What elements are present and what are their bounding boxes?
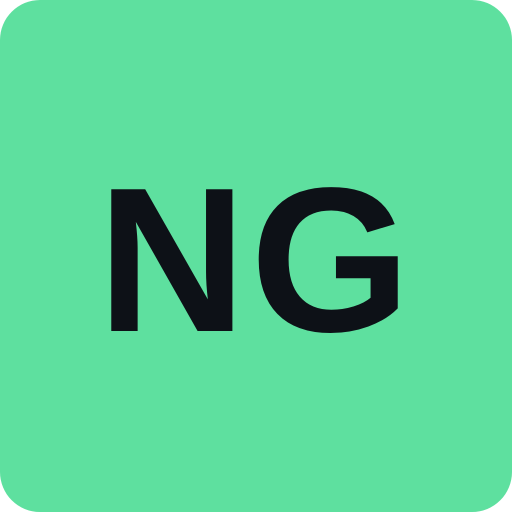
avatar-initials: NG	[97, 145, 415, 375]
avatar-tile: NG	[0, 0, 512, 512]
